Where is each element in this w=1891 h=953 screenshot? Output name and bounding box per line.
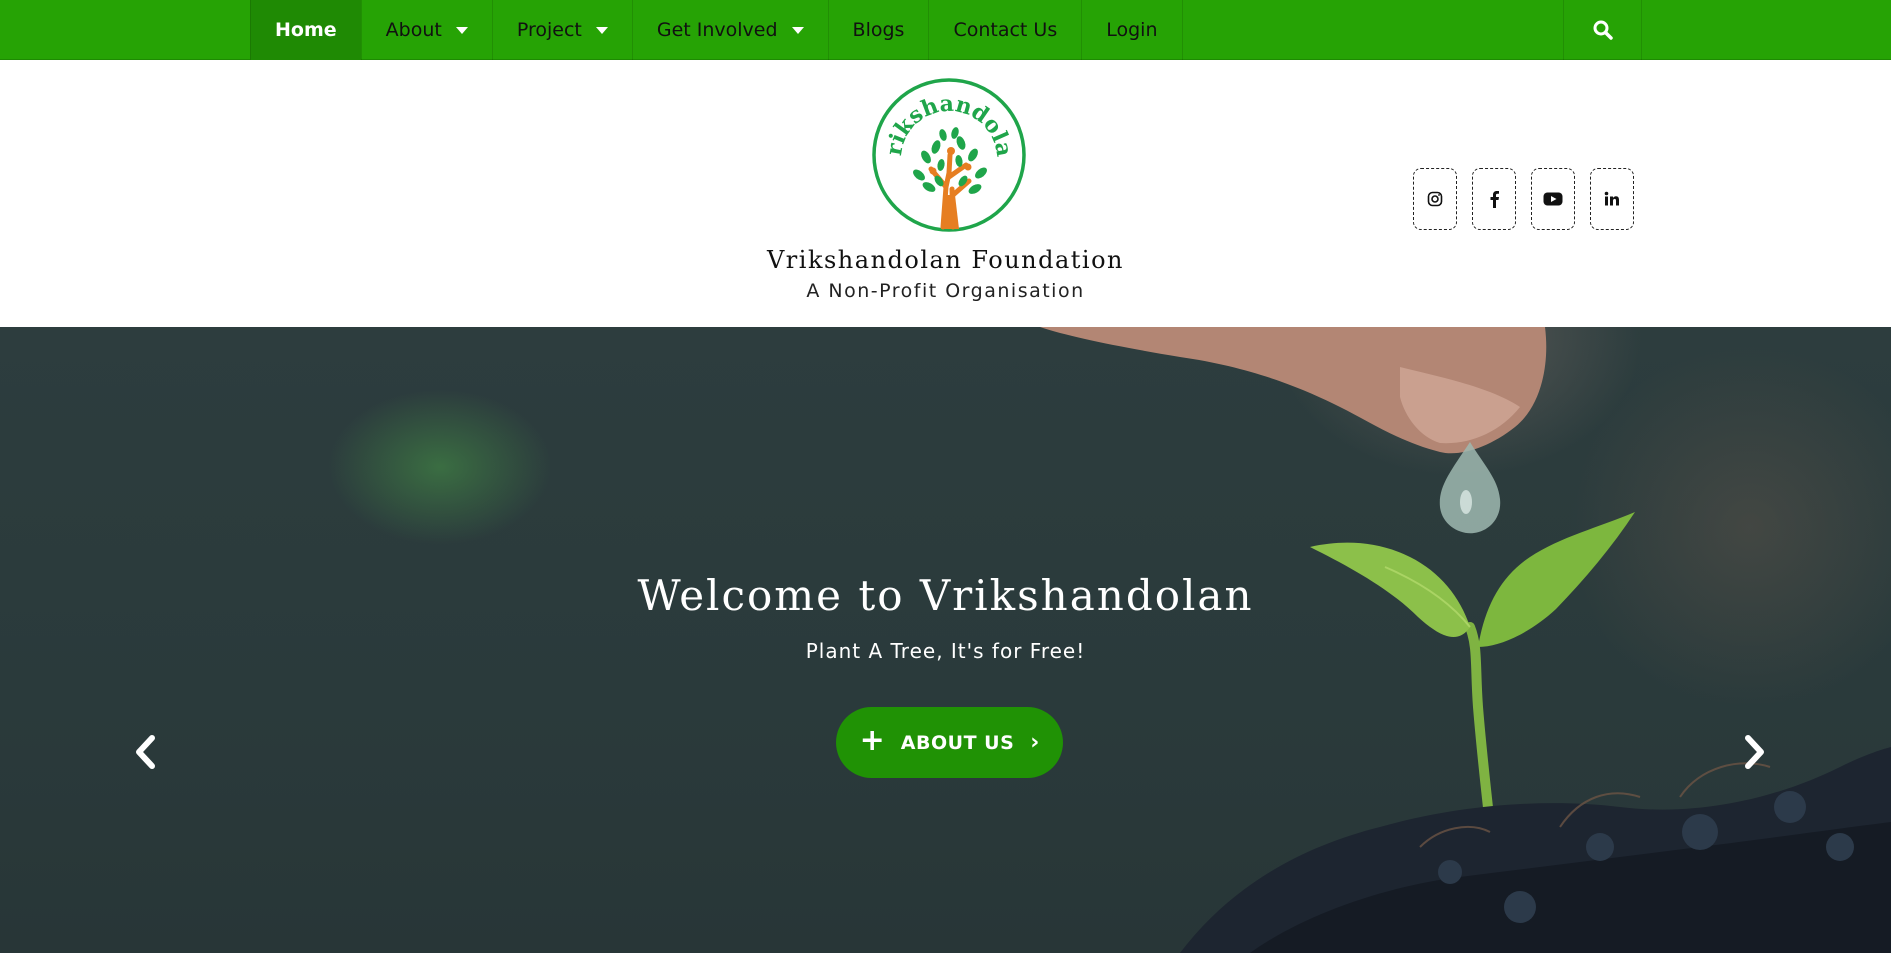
nav-item-project[interactable]: Project — [491, 0, 632, 60]
linkedin-link[interactable] — [1590, 168, 1634, 230]
instagram-link[interactable] — [1413, 168, 1457, 230]
linkedin-icon — [1604, 191, 1619, 206]
hero-slider: Welcome to Vrikshandolan Plant A Tree, I… — [0, 327, 1891, 953]
facebook-icon — [1490, 191, 1499, 208]
nav-item-home[interactable]: Home — [250, 0, 361, 60]
vrikshandolan-logo[interactable]: Vrikshandolan — [871, 77, 1027, 233]
nav-item-about[interactable]: About — [360, 0, 492, 60]
nav-item-label: Project — [516, 19, 582, 41]
main-navbar: Home About Project Get Involved Blogs Co… — [0, 0, 1891, 60]
nav-item-label: Home — [275, 19, 337, 41]
nav-item-label: Contact Us — [953, 19, 1058, 41]
chevron-right-icon — [1745, 735, 1764, 769]
site-title: Vrikshandolan Foundation — [766, 246, 1125, 274]
chevron-right-icon: › — [1030, 730, 1040, 755]
hero-title: Welcome to Vrikshandolan — [637, 571, 1254, 620]
slider-prev-arrow[interactable] — [125, 727, 165, 777]
caret-down-icon — [791, 26, 804, 34]
about-us-button[interactable]: + ABOUT US › — [836, 707, 1063, 778]
nav-item-get-involved[interactable]: Get Involved — [631, 0, 828, 60]
nav-item-blogs[interactable]: Blogs — [827, 0, 929, 60]
site-subtitle: A Non-Profit Organisation — [806, 280, 1085, 302]
facebook-link[interactable] — [1472, 168, 1516, 230]
hero-subtitle: Plant A Tree, It's for Free! — [805, 639, 1086, 663]
nav-item-label: Blogs — [852, 19, 905, 41]
plus-icon: + — [859, 722, 885, 758]
caret-down-icon — [595, 26, 608, 34]
about-us-button-label: ABOUT US — [900, 731, 1015, 754]
youtube-link[interactable] — [1531, 168, 1575, 230]
nav-item-contact-us[interactable]: Contact Us — [928, 0, 1081, 60]
slider-next-arrow[interactable] — [1735, 727, 1775, 777]
nav-item-login[interactable]: Login — [1081, 0, 1183, 60]
site-header: Vrikshandolan Vrikshandolan Foundation A… — [0, 60, 1891, 327]
search-icon — [1593, 20, 1613, 40]
instagram-icon — [1427, 191, 1443, 207]
chevron-left-icon — [136, 735, 155, 769]
search-button[interactable] — [1563, 0, 1642, 60]
nav-item-label: Login — [1106, 19, 1158, 41]
nav-item-label: About — [385, 19, 442, 41]
nav-menu: Home About Project Get Involved Blogs Co… — [250, 0, 1183, 60]
caret-down-icon — [455, 26, 468, 34]
youtube-icon — [1543, 192, 1563, 206]
nav-item-label: Get Involved — [656, 19, 778, 41]
